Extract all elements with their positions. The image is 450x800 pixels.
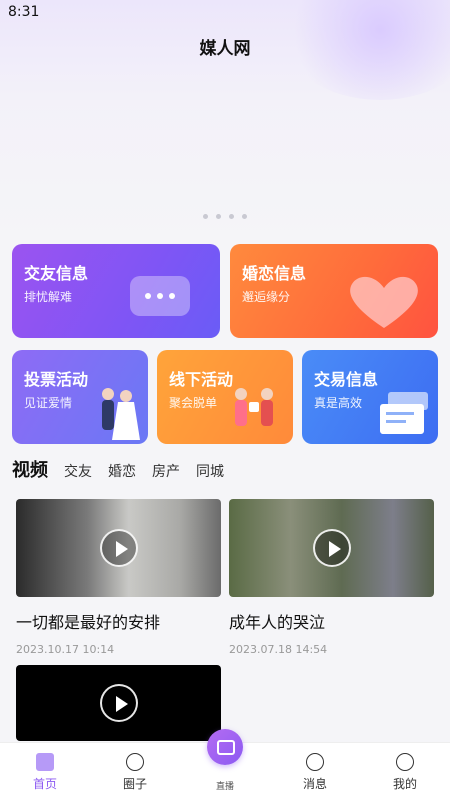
card-subtitle: 聚会脱单	[169, 396, 218, 410]
banner-dot	[216, 214, 221, 219]
document-stack-icon	[380, 392, 428, 434]
video-tab-marriage[interactable]: 婚恋	[108, 461, 136, 481]
trade-info-card[interactable]: 交易信息 真是高效	[302, 350, 438, 444]
chat-bubble-icon	[130, 276, 190, 316]
banner-dot	[242, 214, 247, 219]
video-date: 2023.07.18 14:54	[229, 643, 328, 656]
tab-mine[interactable]: 我的	[360, 743, 450, 800]
video-thumbnail[interactable]	[229, 499, 434, 597]
section-title: 视频	[12, 460, 48, 481]
vote-activity-card[interactable]: 投票活动 见证爱情	[12, 350, 148, 444]
friend-info-card[interactable]: 交友信息 排忧解难	[12, 244, 220, 338]
tab-label: 圈子	[122, 777, 147, 791]
card-subtitle: 排忧解难	[24, 290, 73, 304]
page-title: 媒人网	[199, 39, 251, 59]
play-icon[interactable]	[99, 529, 138, 567]
tab-home[interactable]: 首页	[0, 743, 90, 800]
banner-dot	[203, 214, 208, 219]
video-tab-local[interactable]: 同城	[196, 461, 224, 481]
play-icon[interactable]	[99, 684, 138, 722]
wedding-couple-icon	[102, 388, 140, 440]
tab-label: 我的	[392, 777, 417, 791]
message-icon	[306, 753, 324, 771]
offline-activity-card[interactable]: 线下活动 聚会脱单	[157, 350, 293, 444]
bottom-tab-bar: 首页 圈子 直播 消息 我的	[0, 729, 450, 800]
card-title: 婚恋信息	[242, 264, 307, 283]
circle-icon	[126, 753, 144, 771]
card-subtitle: 邂逅缘分	[242, 290, 291, 304]
card-subtitle: 真是高效	[314, 396, 363, 410]
video-section-header: 视频 交友 婚恋 房产 同城	[12, 456, 224, 482]
card-title: 交友信息	[24, 264, 89, 283]
video-tab-friend[interactable]: 交友	[64, 461, 92, 481]
profile-icon	[396, 753, 414, 771]
heart-icon	[350, 276, 418, 328]
status-time: 8:31	[8, 4, 40, 20]
video-tab-property[interactable]: 房产	[152, 461, 180, 481]
card-subtitle: 见证爱情	[24, 396, 73, 410]
video-title: 一切都是最好的安排	[16, 613, 161, 632]
video-card[interactable]: 一切都是最好的安排 2023.10.17 10:14	[16, 499, 221, 656]
tab-circle[interactable]: 圈子	[90, 743, 180, 800]
tab-messages[interactable]: 消息	[270, 743, 360, 800]
video-date: 2023.10.17 10:14	[16, 643, 115, 656]
play-icon[interactable]	[312, 529, 351, 567]
video-card[interactable]: 成年人的哭泣 2023.07.18 14:54	[229, 499, 434, 656]
video-thumbnail[interactable]	[16, 499, 221, 597]
tab-label: 消息	[302, 777, 327, 791]
tab-live[interactable]: 直播	[180, 729, 270, 800]
tab-label: 首页	[32, 777, 57, 791]
live-tv-icon[interactable]	[207, 729, 243, 765]
marriage-info-card[interactable]: 婚恋信息 邂逅缘分	[230, 244, 438, 338]
couple-dating-icon	[235, 388, 273, 426]
banner-indicator	[0, 214, 450, 219]
card-title: 投票活动	[24, 370, 89, 389]
video-thumbnail[interactable]	[16, 665, 221, 741]
home-icon	[36, 753, 54, 771]
card-title: 交易信息	[314, 370, 379, 389]
video-card[interactable]	[16, 665, 221, 741]
banner-dot	[229, 214, 234, 219]
video-title: 成年人的哭泣	[229, 613, 326, 632]
tab-label: 直播	[215, 782, 234, 792]
